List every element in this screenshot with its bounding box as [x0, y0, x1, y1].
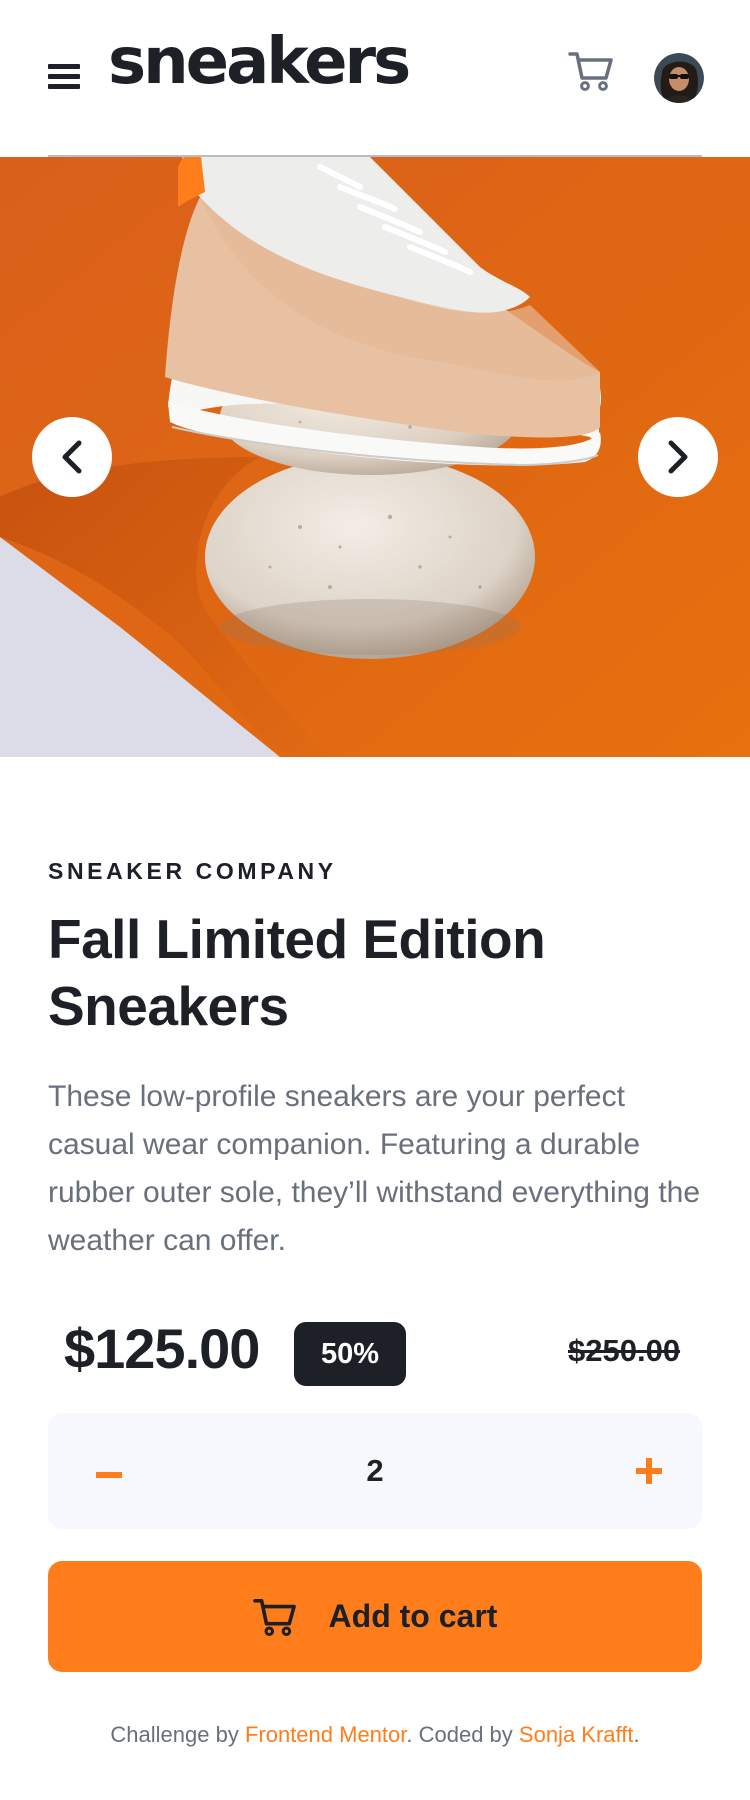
decrease-quantity-button[interactable] — [48, 1413, 168, 1529]
site-header: sneakers — [0, 0, 750, 157]
plus-icon — [636, 1458, 662, 1484]
footer-middle: . Coded by — [406, 1722, 519, 1747]
product-image-carousel — [0, 157, 750, 757]
product-title: Fall Limited Edition Sneakers — [48, 908, 546, 1037]
attribution-footer: Challenge by Frontend Mentor. Coded by S… — [0, 1722, 750, 1748]
cart-icon — [252, 1598, 296, 1636]
add-to-cart-button[interactable]: Add to cart — [48, 1561, 702, 1672]
frontend-mentor-link[interactable]: Frontend Mentor — [245, 1722, 406, 1747]
product-description: These low-profile sneakers are your perf… — [48, 1080, 701, 1257]
avatar[interactable] — [654, 53, 704, 103]
chevron-right-icon — [668, 440, 688, 474]
company-name: SNEAKER COMPANY — [48, 858, 337, 884]
chevron-left-icon — [62, 440, 82, 474]
discount-badge: 50% — [294, 1322, 406, 1386]
logo[interactable]: sneakers — [108, 30, 411, 94]
author-link[interactable]: Sonja Krafft — [519, 1722, 634, 1747]
original-price: $250.00 — [568, 1333, 681, 1368]
minus-icon — [96, 1472, 122, 1478]
increase-quantity-button[interactable] — [582, 1413, 702, 1529]
quantity-value: 2 — [366, 1453, 384, 1488]
hamburger-menu-icon[interactable] — [48, 60, 80, 90]
cart-icon[interactable] — [568, 50, 616, 94]
previous-image-button[interactable] — [32, 417, 112, 497]
current-price: $125.00 — [64, 1317, 260, 1380]
add-to-cart-label: Add to cart — [328, 1598, 498, 1634]
next-image-button[interactable] — [638, 417, 718, 497]
footer-prefix: Challenge by — [110, 1722, 245, 1747]
quantity-stepper: 2 — [48, 1413, 702, 1529]
footer-suffix: . — [633, 1722, 640, 1747]
